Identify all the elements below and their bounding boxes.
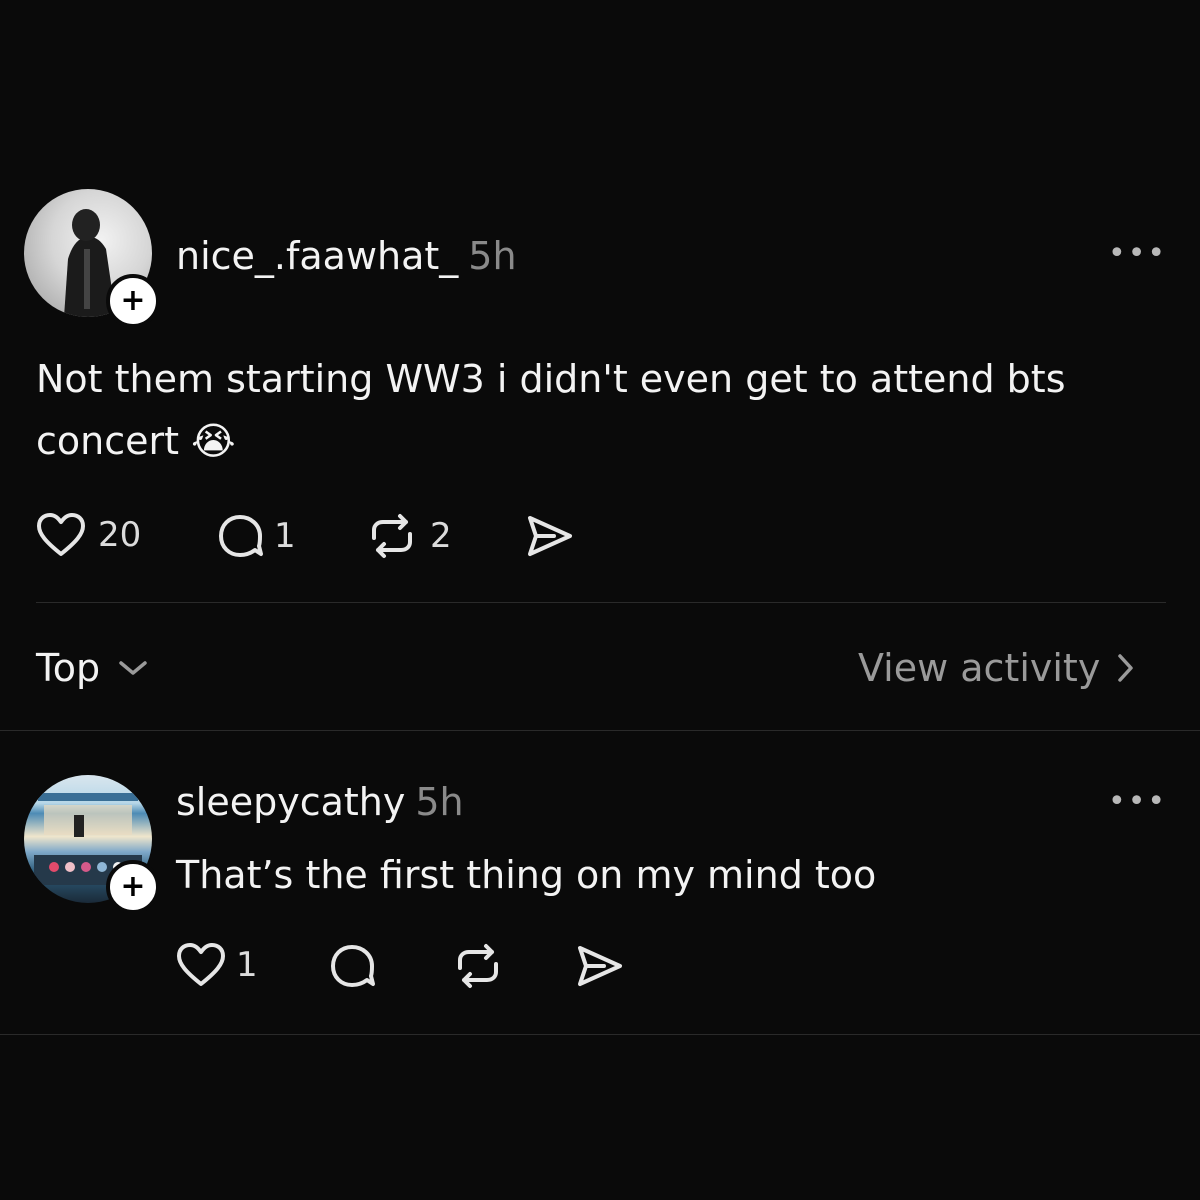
repost-icon (458, 944, 498, 988)
share-button[interactable] (574, 942, 624, 990)
send-icon (578, 946, 622, 986)
username[interactable]: nice_.faawhat_ (176, 234, 458, 278)
view-activity-label: View activity (858, 646, 1101, 690)
divider (0, 730, 1200, 731)
username[interactable]: sleepycathy (176, 780, 405, 824)
comment-button[interactable] (328, 942, 378, 990)
repost-icon (372, 514, 412, 558)
repost-count: 2 (430, 516, 452, 556)
post-text-line: Not them starting WW3 i didn't even get … (36, 357, 1066, 401)
timestamp: 5h (415, 780, 464, 824)
more-options-icon[interactable]: ••• (1108, 784, 1167, 819)
post-author[interactable]: nice_.faawhat_ 5h (176, 234, 517, 278)
follow-plus-icon[interactable]: + (106, 274, 160, 328)
more-options-icon[interactable]: ••• (1108, 236, 1167, 271)
repost-button[interactable]: 2 (366, 512, 452, 560)
repost-button[interactable] (452, 942, 504, 990)
sort-dropdown[interactable]: Top (36, 646, 150, 690)
share-button[interactable] (524, 512, 574, 560)
send-icon (528, 516, 572, 556)
heart-icon (177, 943, 225, 986)
sort-label: Top (36, 646, 101, 690)
follow-plus-icon[interactable]: + (106, 860, 160, 914)
reply-text: That’s the first thing on my mind too (176, 853, 877, 897)
timestamp: 5h (468, 234, 517, 278)
view-activity-link[interactable]: View activity (858, 646, 1138, 690)
post-text-line: concert 😭 (36, 419, 236, 463)
divider (0, 1034, 1200, 1035)
divider (36, 602, 1166, 603)
comment-bubble-icon (331, 945, 375, 987)
comment-bubble-icon (219, 515, 263, 557)
comment-button[interactable]: 1 (216, 512, 296, 560)
post-text: Not them starting WW3 i didn't even get … (36, 348, 1166, 472)
chevron-right-icon (1118, 654, 1134, 682)
heart-icon (37, 513, 85, 556)
comment-count: 1 (274, 516, 296, 556)
chevron-down-icon (119, 661, 147, 675)
like-count: 1 (236, 945, 258, 985)
like-button[interactable]: 20 (36, 512, 141, 558)
reply-author[interactable]: sleepycathy 5h (176, 780, 464, 824)
like-button[interactable]: 1 (176, 942, 258, 988)
like-count: 20 (98, 515, 142, 555)
